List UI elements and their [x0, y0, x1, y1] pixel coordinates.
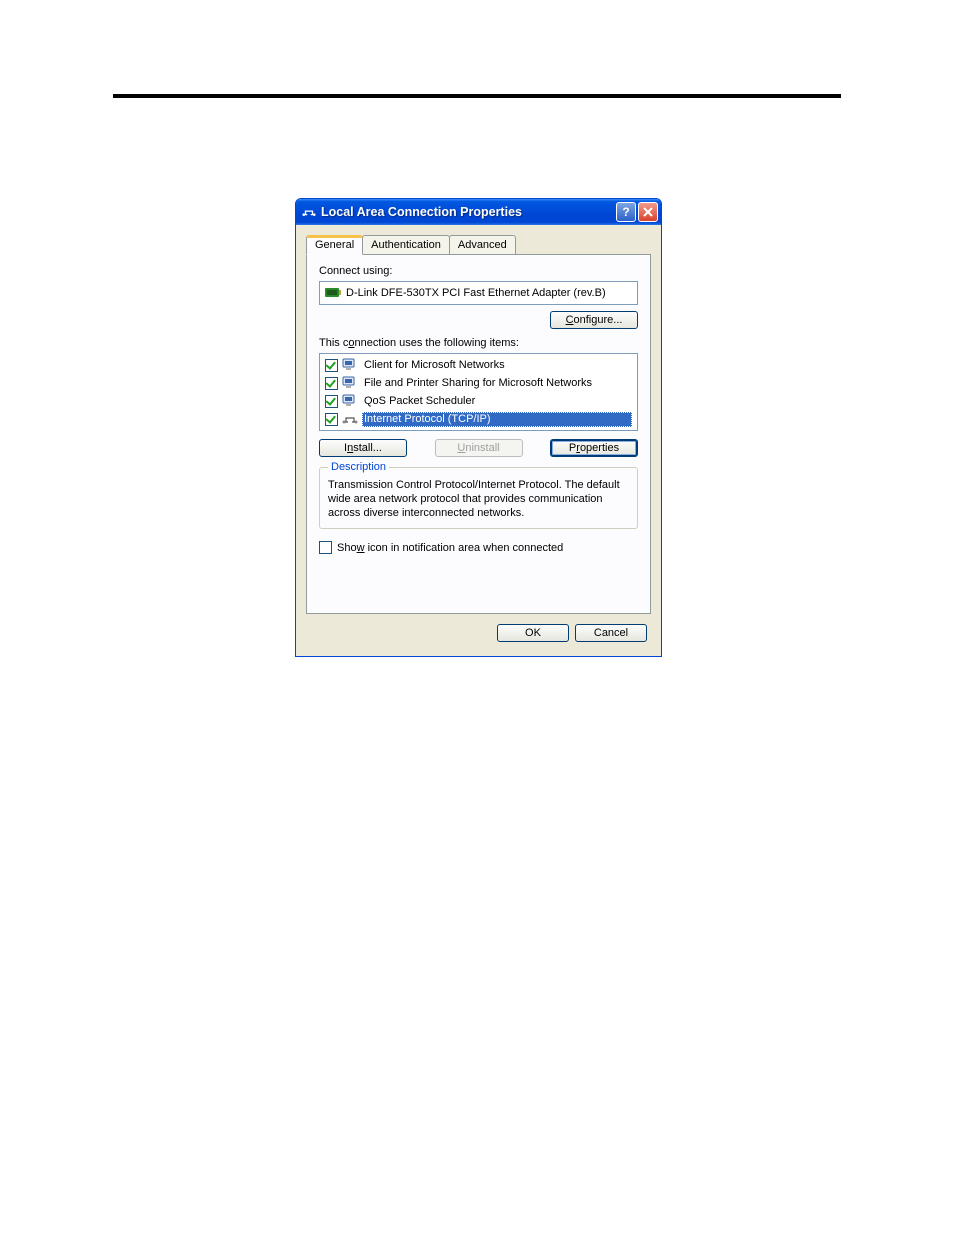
uninstall-button: Uninstall [435, 439, 523, 457]
titlebar[interactable]: Local Area Connection Properties ? [296, 199, 661, 225]
tab-authentication[interactable]: Authentication [362, 235, 450, 254]
item-label: QoS Packet Scheduler [362, 394, 632, 409]
show-icon-label[interactable]: Show icon in notification area when conn… [337, 542, 563, 554]
item-label: Client for Microsoft Networks [362, 358, 632, 373]
connection-item[interactable]: QoS Packet Scheduler [323, 392, 634, 410]
component-icon [342, 375, 358, 391]
nic-icon [325, 285, 341, 301]
item-label: File and Printer Sharing for Microsoft N… [362, 376, 632, 391]
ok-button[interactable]: OK [497, 624, 569, 642]
item-checkbox[interactable] [325, 395, 338, 408]
connection-item[interactable]: File and Printer Sharing for Microsoft N… [323, 374, 634, 392]
tab-advanced[interactable]: Advanced [449, 235, 516, 254]
connection-item[interactable]: Internet Protocol (TCP/IP) [323, 410, 634, 428]
install-button[interactable]: Install... [319, 439, 407, 457]
tab-general[interactable]: General [306, 235, 363, 255]
component-icon [342, 393, 358, 409]
connection-properties-dialog: Local Area Connection Properties ? Gener… [295, 198, 662, 657]
connection-icon [301, 204, 317, 220]
adapter-name: D-Link DFE-530TX PCI Fast Ethernet Adapt… [346, 287, 606, 299]
connection-item[interactable]: Client for Microsoft Networks [323, 356, 634, 374]
tab-strip: General Authentication Advanced [306, 235, 651, 254]
item-checkbox[interactable] [325, 377, 338, 390]
cancel-button[interactable]: Cancel [575, 624, 647, 642]
dialog-footer: OK Cancel [306, 614, 651, 646]
help-button[interactable]: ? [616, 202, 636, 222]
item-label: Internet Protocol (TCP/IP) [362, 412, 632, 427]
description-group: Description Transmission Control Protoco… [319, 467, 638, 529]
configure-button[interactable]: Configure... [550, 311, 638, 329]
item-checkbox[interactable] [325, 413, 338, 426]
close-button[interactable] [638, 202, 658, 222]
horizontal-rule [113, 94, 841, 98]
protocol-icon [342, 411, 358, 427]
tab-page-general: Connect using: D-Link DFE-530TX PCI Fast… [306, 254, 651, 614]
component-icon [342, 357, 358, 373]
description-legend: Description [328, 461, 389, 473]
item-checkbox[interactable] [325, 359, 338, 372]
items-listbox[interactable]: Client for Microsoft Networks File and Pr… [319, 353, 638, 431]
window-title: Local Area Connection Properties [321, 205, 616, 219]
items-label: This connection uses the following items… [319, 337, 638, 349]
show-icon-checkbox[interactable] [319, 541, 332, 554]
description-text: Transmission Control Protocol/Internet P… [328, 478, 629, 520]
properties-button[interactable]: Properties [550, 439, 638, 457]
adapter-field[interactable]: D-Link DFE-530TX PCI Fast Ethernet Adapt… [319, 281, 638, 305]
connect-using-label: Connect using: [319, 265, 638, 277]
